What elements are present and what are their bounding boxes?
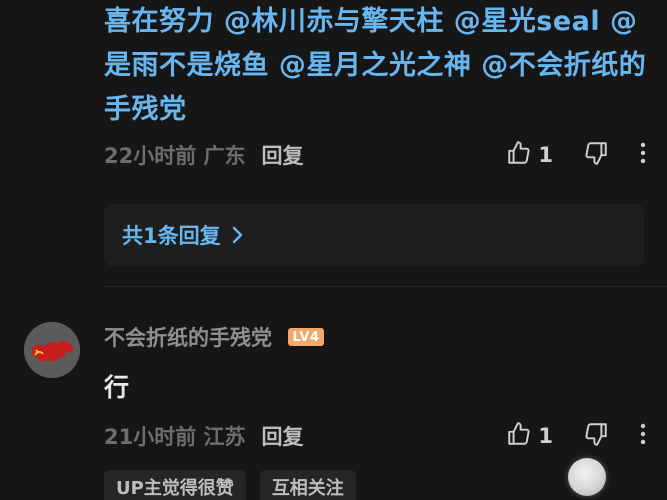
comment-time-location: 21小时前 江苏	[104, 425, 246, 449]
mention-line[interactable]: 喜在努力 @林川赤与擎天柱 @星光seal @	[104, 0, 652, 44]
level-badge: LV4	[288, 328, 324, 346]
thumbs-up-icon	[506, 421, 532, 451]
more-vertical-icon	[639, 142, 647, 168]
dislike-button[interactable]	[583, 421, 609, 451]
comment-actions: 1	[506, 419, 647, 453]
dislike-button[interactable]	[583, 140, 609, 170]
comment-section: 喜在努力 @林川赤与擎天柱 @星光seal @ 是雨不是烧鱼 @星月之光之神 @…	[0, 0, 667, 500]
comment-time-location: 22小时前 广东	[104, 144, 246, 168]
like-button[interactable]: 1	[506, 421, 553, 451]
mention-line[interactable]: 是雨不是烧鱼 @星月之光之神 @不会折纸的	[104, 44, 652, 88]
tag-up-liked[interactable]: UP主觉得很赞	[104, 470, 246, 500]
more-options-button[interactable]	[639, 423, 647, 449]
comment-tags: UP主觉得很赞 互相关注	[104, 470, 370, 500]
username[interactable]: 不会折纸的手残党	[104, 322, 272, 352]
comment-author: 不会折纸的手残党 LV4	[104, 322, 324, 352]
like-button[interactable]: 1	[506, 140, 553, 170]
comment-actions: 1	[506, 138, 647, 172]
thumbs-up-icon	[506, 140, 532, 170]
more-options-button[interactable]	[639, 142, 647, 168]
like-count: 1	[538, 143, 553, 167]
comment-mentions: 喜在努力 @林川赤与擎天柱 @星光seal @ 是雨不是烧鱼 @星月之光之神 @…	[104, 0, 652, 132]
mention-line[interactable]: 手残党	[104, 88, 652, 132]
view-replies-link[interactable]: 共1条回复	[104, 204, 644, 266]
reply-button[interactable]: 回复	[262, 421, 304, 451]
comment-meta: 22小时前 广东 回复	[104, 140, 304, 170]
comment-text: 行	[104, 373, 130, 402]
more-vertical-icon	[639, 423, 647, 449]
chevron-right-icon	[231, 226, 243, 244]
assistive-touch-button[interactable]	[568, 458, 606, 496]
like-count: 1	[538, 424, 553, 448]
thumbs-down-icon	[583, 140, 609, 170]
thumbs-down-icon	[583, 421, 609, 451]
avatar[interactable]	[24, 322, 80, 378]
replies-count-label: 共1条回复	[122, 224, 221, 248]
reply-button[interactable]: 回复	[262, 140, 304, 170]
comment-divider	[104, 286, 667, 287]
comment-meta: 21小时前 江苏 回复	[104, 421, 304, 451]
tag-mutual-follow[interactable]: 互相关注	[259, 470, 356, 500]
